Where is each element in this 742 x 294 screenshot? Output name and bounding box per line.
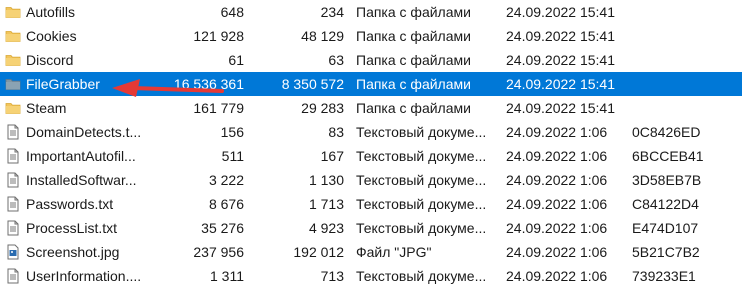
- text-file-icon: [5, 268, 21, 284]
- file-size: 511: [221, 148, 244, 164]
- file-name: DomainDetects.t...: [26, 124, 142, 140]
- file-row[interactable]: UserInformation.... 1 311 713 Текстовый док…: [0, 264, 742, 288]
- file-packed-size: 192 012: [293, 244, 344, 260]
- file-packed-size: 1 130: [308, 172, 344, 188]
- file-modified: 24.09.2022 1:06: [506, 220, 608, 236]
- file-size: 35 276: [201, 220, 244, 236]
- folder-icon: [5, 28, 21, 44]
- file-modified: 24.09.2022 15:41: [506, 76, 615, 92]
- file-crc: 739233E1: [632, 268, 696, 284]
- file-name: Steam: [26, 100, 67, 116]
- file-size: 16 536 361: [173, 76, 244, 92]
- file-crc: 0C8426ED: [632, 124, 701, 140]
- text-file-icon: [5, 172, 21, 188]
- file-crc: [632, 96, 732, 120]
- file-size: 8 676: [208, 196, 244, 212]
- file-row[interactable]: InstalledSoftwar... 3 222 1 130 Текстовый д…: [0, 168, 742, 192]
- file-name: Discord: [26, 52, 74, 68]
- file-name: ImportantAutofil...: [26, 148, 136, 164]
- file-modified: 24.09.2022 15:41: [506, 100, 615, 116]
- file-name: Cookies: [26, 28, 77, 44]
- file-modified: 24.09.2022 15:41: [506, 52, 615, 68]
- folder-icon: [5, 4, 21, 20]
- file-name: Autofills: [26, 4, 76, 20]
- file-name: FileGrabber: [26, 76, 100, 92]
- folder-icon: [5, 76, 21, 92]
- file-name: Screenshot.jpg: [26, 244, 120, 260]
- folder-icon: [5, 100, 21, 116]
- file-name: UserInformation....: [26, 268, 142, 284]
- text-file-icon: [5, 148, 21, 164]
- folder-icon: [5, 52, 21, 68]
- file-type: Текстовый докуме...: [356, 148, 487, 164]
- file-size: 1 311: [210, 268, 244, 284]
- file-crc: 5B21C7B2: [632, 244, 700, 260]
- file-size: 121 928: [193, 28, 244, 44]
- file-type: Папка с файлами: [356, 76, 471, 92]
- file-packed-size: 83: [328, 124, 344, 140]
- file-packed-size: 167: [320, 148, 344, 164]
- file-crc: E474D107: [632, 220, 699, 236]
- file-crc: [632, 48, 732, 72]
- file-row[interactable]: Autofills 648 234 Папка с файлами 24.09.2022…: [0, 0, 742, 24]
- file-size: 3 222: [208, 172, 244, 188]
- image-file-icon: [5, 244, 21, 260]
- file-row[interactable]: ProcessList.txt 35 276 4 923 Текстовый доку…: [0, 216, 742, 240]
- file-row[interactable]: DomainDetects.t... 156 83 Текстовый докуме.…: [0, 120, 742, 144]
- file-name: Passwords.txt: [26, 196, 114, 212]
- file-type: Папка с файлами: [356, 28, 471, 44]
- file-type: Текстовый докуме...: [356, 124, 487, 140]
- text-file-icon: [5, 196, 21, 212]
- file-row[interactable]: Passwords.txt 8 676 1 713 Текстовый докуме.…: [0, 192, 742, 216]
- file-packed-size: 48 129: [301, 28, 344, 44]
- file-size: 61: [228, 52, 244, 68]
- file-type: Папка с файлами: [356, 100, 471, 116]
- file-crc: 6BCCEB41: [632, 148, 704, 164]
- file-packed-size: 29 283: [301, 100, 344, 116]
- file-type: Текстовый докуме...: [356, 268, 487, 284]
- file-size: 156: [220, 124, 244, 140]
- file-row[interactable]: Screenshot.jpg 237 956 192 012 Файл "JPG" 24…: [0, 240, 742, 264]
- file-modified: 24.09.2022 1:06: [506, 244, 608, 260]
- file-row[interactable]: FileGrabber 16 536 361 8 350 572 Папка с фа…: [0, 72, 742, 96]
- file-modified: 24.09.2022 15:41: [506, 28, 615, 44]
- file-size: 648: [220, 4, 244, 20]
- file-modified: 24.09.2022 15:41: [506, 4, 615, 20]
- file-modified: 24.09.2022 1:06: [506, 196, 608, 212]
- file-type: Текстовый докуме...: [356, 196, 487, 212]
- file-packed-size: 63: [328, 52, 344, 68]
- file-name: ProcessList.txt: [26, 220, 118, 236]
- file-packed-size: 8 350 572: [281, 76, 344, 92]
- file-crc: 3D58EB7B: [632, 172, 702, 188]
- file-row[interactable]: Cookies 121 928 48 129 Папка с файлами 24.09…: [0, 24, 742, 48]
- file-type: Папка с файлами: [356, 4, 471, 20]
- file-size: 161 779: [193, 100, 244, 116]
- file-modified: 24.09.2022 1:06: [506, 172, 608, 188]
- file-crc: C84122D4: [632, 196, 699, 212]
- file-type: Текстовый докуме...: [356, 220, 487, 236]
- file-packed-size: 713: [320, 268, 344, 284]
- file-row[interactable]: Steam 161 779 29 283 Папка с файлами 24.09.2…: [0, 96, 742, 120]
- file-name: InstalledSoftwar...: [26, 172, 137, 188]
- file-modified: 24.09.2022 1:06: [506, 124, 608, 140]
- file-row[interactable]: ImportantAutofil... 511 167 Текстовый докум…: [0, 144, 742, 168]
- file-crc: [632, 0, 732, 24]
- file-packed-size: 4 923: [308, 220, 344, 236]
- file-crc: [632, 72, 732, 96]
- file-type: Папка с файлами: [356, 52, 471, 68]
- text-file-icon: [5, 220, 21, 236]
- file-packed-size: 234: [320, 4, 344, 20]
- file-crc: [632, 24, 732, 48]
- file-row[interactable]: Discord 61 63 Папка с файлами 24.09.2022 15:…: [0, 48, 742, 72]
- file-modified: 24.09.2022 1:06: [506, 268, 608, 284]
- text-file-icon: [5, 124, 21, 140]
- file-type: Текстовый докуме...: [356, 172, 487, 188]
- file-size: 237 956: [193, 244, 244, 260]
- file-packed-size: 1 713: [308, 196, 344, 212]
- file-modified: 24.09.2022 1:06: [506, 148, 608, 164]
- file-type: Файл "JPG": [356, 244, 432, 260]
